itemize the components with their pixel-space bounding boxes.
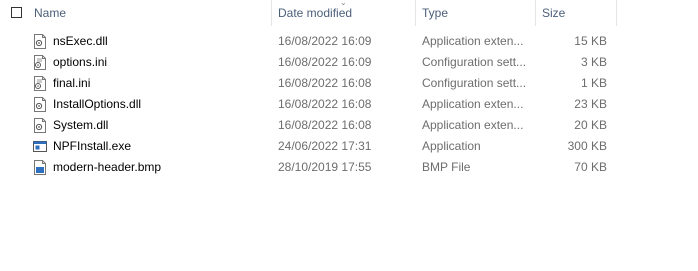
column-header-name[interactable]: Name [34, 0, 66, 26]
file-name: nsExec.dll [53, 34, 108, 48]
select-all-checkbox[interactable] [11, 7, 22, 18]
file-name: final.ini [53, 76, 91, 90]
dll-file-icon [33, 97, 47, 112]
file-type: Configuration sett... [422, 55, 527, 69]
file-type: Application exten... [422, 118, 524, 132]
file-date-modified: 24/06/2022 17:31 [278, 139, 372, 153]
exe-file-icon [33, 139, 47, 154]
column-divider[interactable] [616, 0, 617, 26]
bmp-file-icon [33, 160, 47, 175]
ini-file-icon [33, 76, 47, 91]
dll-file-icon [33, 34, 47, 49]
file-type: Application exten... [422, 97, 524, 111]
file-date-modified: 16/08/2022 16:08 [278, 97, 372, 111]
file-size: 20 KB [574, 118, 607, 132]
column-header-size[interactable]: Size [542, 0, 565, 26]
column-divider[interactable] [535, 0, 536, 26]
column-header-bar: Name ⌄ Date modified Type Size [0, 0, 617, 26]
column-divider[interactable] [271, 0, 272, 26]
file-size: 70 KB [574, 160, 607, 174]
file-type: Application [422, 139, 481, 153]
file-size: 1 KB [580, 76, 607, 90]
file-type: Application exten... [422, 34, 524, 48]
column-header-date-modified[interactable]: Date modified [278, 0, 352, 26]
file-size: 23 KB [574, 97, 607, 111]
file-row[interactable]: System.dll 16/08/2022 16:08 Application … [0, 115, 617, 136]
file-name: modern-header.bmp [53, 160, 162, 174]
file-name: options.ini [53, 55, 108, 69]
file-name: InstallOptions.dll [53, 97, 142, 111]
dll-file-icon [33, 118, 47, 133]
file-type: BMP File [422, 160, 471, 174]
file-size: 3 KB [580, 55, 607, 69]
file-row[interactable]: InstallOptions.dll 16/08/2022 16:08 Appl… [0, 94, 617, 115]
file-row[interactable]: options.ini 16/08/2022 16:09 Configurati… [0, 52, 617, 73]
file-row[interactable]: final.ini 16/08/2022 16:08 Configuration… [0, 73, 617, 94]
ini-file-icon [33, 55, 47, 70]
file-list: nsExec.dll 16/08/2022 16:09 Application … [0, 31, 617, 178]
file-size: 300 KB [567, 139, 607, 153]
file-date-modified: 28/10/2019 17:55 [278, 160, 372, 174]
file-name: NPFInstall.exe [53, 139, 132, 153]
file-row[interactable]: nsExec.dll 16/08/2022 16:09 Application … [0, 31, 617, 52]
file-row[interactable]: NPFInstall.exe 24/06/2022 17:31 Applicat… [0, 136, 617, 157]
file-date-modified: 16/08/2022 16:09 [278, 55, 372, 69]
file-type: Configuration sett... [422, 76, 527, 90]
file-date-modified: 16/08/2022 16:08 [278, 76, 372, 90]
file-date-modified: 16/08/2022 16:08 [278, 118, 372, 132]
file-name: System.dll [53, 118, 109, 132]
file-size: 15 KB [574, 34, 607, 48]
file-row[interactable]: modern-header.bmp 28/10/2019 17:55 BMP F… [0, 157, 617, 178]
column-header-type[interactable]: Type [422, 0, 448, 26]
column-divider[interactable] [415, 0, 416, 26]
file-date-modified: 16/08/2022 16:09 [278, 34, 372, 48]
